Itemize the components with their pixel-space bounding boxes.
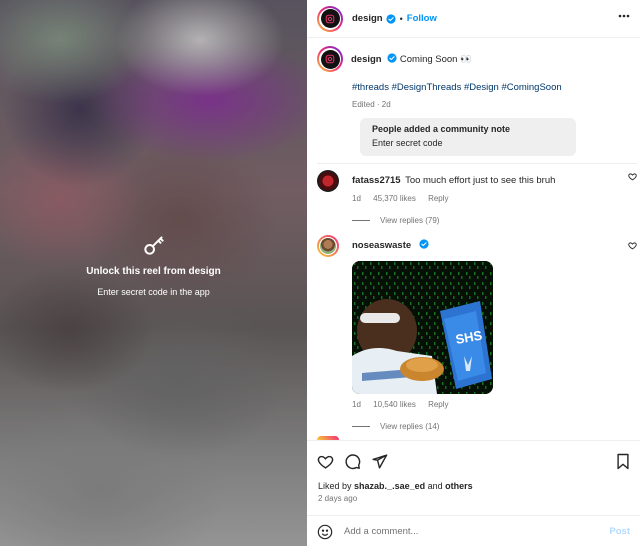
- comment-likes[interactable]: 45,370 likes: [373, 194, 416, 203]
- caption-avatar[interactable]: [317, 46, 343, 72]
- liked-by-others[interactable]: others: [445, 481, 473, 491]
- view-replies-line: [352, 426, 370, 427]
- comment-input[interactable]: [344, 526, 594, 537]
- follow-button[interactable]: Follow: [407, 13, 437, 24]
- divider: [317, 163, 637, 164]
- author-avatar[interactable]: [317, 5, 343, 32]
- unlock-title: Unlock this reel from design: [86, 266, 221, 277]
- caption-text: Coming Soon 👀: [399, 54, 472, 65]
- edited-label: Edited · 2d: [352, 100, 391, 109]
- share-send-icon[interactable]: [371, 453, 388, 470]
- gif-image: SHS: [352, 261, 493, 394]
- header-separator: •: [399, 13, 403, 24]
- post-header: design • Follow: [307, 0, 640, 38]
- liked-by-user[interactable]: shazab._.sae_ed: [354, 481, 425, 491]
- instagram-logo-icon: [325, 14, 335, 23]
- comment-item: fatass2715 Too much effort just to see t…: [317, 170, 637, 225]
- caption-hashtags[interactable]: #threads #DesignThreads #Design #ComingS…: [352, 82, 637, 93]
- key-icon: [143, 236, 164, 255]
- unlock-subtitle: Enter secret code in the app: [97, 287, 210, 297]
- like-heart-icon[interactable]: [317, 453, 334, 470]
- verified-badge-icon: [387, 53, 397, 63]
- more-options-icon[interactable]: [618, 14, 630, 18]
- community-note[interactable]: People added a community note Enter secr…: [360, 118, 576, 156]
- post-date: 2 days ago: [318, 494, 358, 503]
- post-comment-button[interactable]: Post: [609, 526, 630, 537]
- comment-time: 1d: [352, 194, 361, 203]
- comment-time: 1d: [352, 400, 361, 409]
- caption-username[interactable]: design: [351, 54, 382, 65]
- liked-by-and: and: [427, 481, 443, 491]
- view-replies-label: View replies (79): [380, 216, 440, 225]
- view-replies-button[interactable]: View replies (79): [352, 216, 637, 225]
- comment-item: noseaswaste SHS 1d 10,540 likes Reply Vi…: [317, 235, 637, 431]
- comment-username[interactable]: fatass2715: [352, 175, 401, 186]
- community-note-text: Enter secret code: [372, 138, 443, 148]
- comment-likes[interactable]: 10,540 likes: [373, 400, 416, 409]
- post-actions: Liked by shazab._.sae_ed and others 2 da…: [307, 440, 640, 546]
- reel-media[interactable]: Unlock this reel from design Enter secre…: [0, 0, 307, 546]
- reply-button[interactable]: Reply: [428, 400, 448, 409]
- community-note-title: People added a community note: [372, 124, 511, 134]
- comment-like-heart-icon[interactable]: [628, 172, 637, 181]
- reply-button[interactable]: Reply: [428, 194, 448, 203]
- bookmark-icon[interactable]: [616, 453, 630, 470]
- liked-by-prefix: Liked by: [318, 481, 352, 491]
- comment-avatar[interactable]: [317, 235, 339, 257]
- comment-bar: Post: [307, 515, 640, 546]
- comment-gif[interactable]: SHS: [352, 261, 493, 394]
- verified-badge-icon: [386, 13, 396, 24]
- instagram-logo-icon: [325, 54, 335, 64]
- view-replies-label: View replies (14): [380, 422, 440, 431]
- post-panel: design • Follow design Coming Soon 👀 #th…: [307, 0, 640, 546]
- comment-username[interactable]: noseaswaste: [352, 240, 411, 251]
- view-replies-button[interactable]: View replies (14): [352, 422, 637, 431]
- comment-text: Too much effort just to see this bruh: [405, 175, 556, 186]
- comment-bubble-icon[interactable]: [344, 453, 361, 470]
- liked-by: Liked by shazab._.sae_ed and others: [318, 481, 473, 491]
- author-username[interactable]: design: [352, 13, 383, 24]
- locked-overlay: Unlock this reel from design Enter secre…: [0, 232, 307, 297]
- view-replies-line: [352, 220, 370, 221]
- verified-badge-icon: [419, 239, 429, 249]
- emoji-icon[interactable]: [317, 524, 333, 540]
- comment-like-heart-icon[interactable]: [628, 241, 637, 250]
- comment-avatar[interactable]: [317, 170, 339, 192]
- caption: design Coming Soon 👀 #threads #DesignThr…: [317, 46, 637, 156]
